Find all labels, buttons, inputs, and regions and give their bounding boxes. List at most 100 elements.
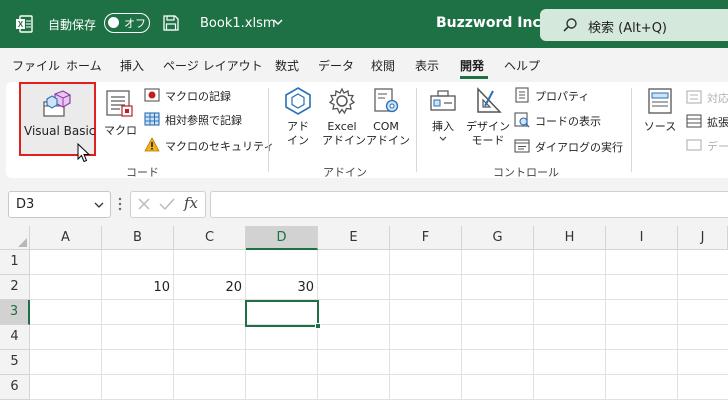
row-header-4[interactable]: 4: [0, 325, 30, 350]
svg-text:X: X: [18, 20, 24, 29]
tab-data[interactable]: データ: [318, 57, 354, 74]
tab-formulas[interactable]: 数式: [275, 57, 299, 74]
tab-file[interactable]: ファイル: [12, 57, 60, 74]
macro-list-icon: [106, 90, 133, 117]
column-header-a[interactable]: A: [30, 226, 102, 250]
column-header-e[interactable]: E: [318, 226, 390, 250]
cell-b2[interactable]: 10: [102, 275, 174, 300]
column-header-i[interactable]: I: [606, 226, 678, 250]
map-properties-icon: [686, 90, 702, 104]
relative-reference-label: 相対参照で記録: [165, 114, 242, 127]
com-addins-button[interactable]: COM アドイン: [366, 86, 410, 148]
com-gear-doc-icon: [374, 88, 399, 113]
autosave-label: 自動保存: [48, 18, 97, 32]
cell-c2[interactable]: 20: [174, 275, 246, 300]
cancel-icon[interactable]: [137, 197, 151, 211]
ribbon-separator: [416, 88, 417, 172]
column-header-g[interactable]: G: [462, 226, 534, 250]
run-dialog-label: ダイアログの実行: [535, 141, 623, 154]
autosave-toggle[interactable]: オフ: [104, 13, 150, 33]
grid-line: [605, 250, 606, 400]
macro-security-button[interactable]: マクロのセキュリティ: [144, 136, 274, 156]
expansion-packs-button[interactable]: 拡張: [686, 112, 728, 132]
record-macro-label: マクロの記録: [165, 90, 231, 103]
chevron-down-icon[interactable]: [272, 16, 284, 28]
tab-home[interactable]: ホーム: [66, 57, 102, 74]
design-mode-button[interactable]: デザイン モード: [466, 86, 510, 148]
row-header-6[interactable]: 6: [0, 375, 30, 400]
active-tab-indicator: [460, 76, 488, 79]
column-header-d[interactable]: D: [246, 226, 318, 250]
column-header-h[interactable]: H: [534, 226, 606, 250]
grid-line: [533, 250, 534, 400]
tab-help[interactable]: ヘルプ: [504, 57, 540, 74]
group-label-controls: コントロール: [493, 166, 559, 179]
formula-controls: fx: [130, 191, 206, 218]
select-all-triangle-icon: [18, 238, 27, 247]
autosave-state: オフ: [124, 17, 146, 30]
row-header-3[interactable]: 3: [0, 300, 30, 325]
select-all-button[interactable]: [0, 226, 30, 250]
account-name: Buzzword Inc.: [436, 15, 547, 31]
column-header-j[interactable]: J: [678, 226, 728, 250]
insert-function-button[interactable]: fx: [184, 194, 198, 212]
row-header-1[interactable]: 1: [0, 250, 30, 275]
view-code-button[interactable]: コードの表示: [514, 111, 624, 131]
refresh-data-label: デー: [707, 140, 728, 153]
tab-review[interactable]: 校閲: [371, 57, 395, 74]
file-name[interactable]: Book1.xlsm: [200, 16, 276, 31]
refresh-data-icon: [686, 139, 702, 151]
chevron-down-icon[interactable]: [94, 200, 104, 210]
search-box[interactable]: 検索 (Alt+Q): [540, 9, 728, 41]
mouse-cursor-icon: [77, 143, 91, 163]
grid-line: [30, 349, 728, 350]
macros-label: マクロ: [104, 124, 137, 137]
tab-developer[interactable]: 開発: [460, 57, 484, 74]
group-label-code: コード: [126, 166, 159, 179]
toolbox-icon: [430, 90, 456, 111]
triangle-ruler-icon: [477, 87, 502, 113]
excel-addins-button[interactable]: Excel アドイン: [322, 86, 366, 148]
column-header-f[interactable]: F: [390, 226, 462, 250]
refresh-data-button[interactable]: デー: [686, 136, 728, 156]
xml-source-button[interactable]: ソース: [640, 86, 680, 134]
properties-label: プロパティ: [535, 90, 590, 103]
tab-view[interactable]: 表示: [415, 57, 439, 74]
title-bar: X 自動保存 オフ Book1.xlsm Buzzword Inc. 検索 (A…: [0, 0, 728, 48]
expansion-packs-icon: [686, 114, 702, 128]
tab-page-layout[interactable]: ページ レイアウト: [163, 57, 263, 74]
macro-security-label: マクロのセキュリティ: [165, 140, 275, 153]
cell-d2[interactable]: 30: [246, 275, 318, 300]
row-header-5[interactable]: 5: [0, 350, 30, 375]
excel-logo-icon: X: [16, 15, 33, 33]
group-label-addins: アドイン: [323, 166, 367, 179]
properties-icon: [515, 87, 529, 103]
insert-control-button[interactable]: 挿入: [424, 86, 462, 142]
active-cell-d3[interactable]: [245, 300, 321, 329]
column-header-b[interactable]: B: [102, 226, 174, 250]
run-dialog-button[interactable]: ダイアログの実行: [514, 137, 624, 157]
macros-button[interactable]: マクロ: [100, 86, 140, 156]
name-box[interactable]: D3: [8, 191, 111, 218]
grid-line: [173, 250, 174, 400]
tab-insert[interactable]: 挿入: [120, 57, 144, 74]
addins-button[interactable]: アド イン: [278, 86, 318, 148]
view-code-label: コードの表示: [535, 115, 601, 128]
visual-basic-label: Visual Basic: [24, 124, 96, 138]
table-grid-icon: [144, 112, 160, 126]
search-placeholder: 検索 (Alt+Q): [588, 21, 668, 36]
grid-line: [389, 250, 390, 400]
save-icon[interactable]: [162, 14, 180, 32]
vertical-dots-icon[interactable]: [118, 196, 122, 212]
record-macro-button[interactable]: マクロの記録: [144, 86, 264, 106]
properties-button[interactable]: プロパティ: [514, 86, 624, 106]
relative-reference-button[interactable]: 相対参照で記録: [144, 110, 264, 130]
column-header-c[interactable]: C: [174, 226, 246, 250]
confirm-check-icon[interactable]: [159, 197, 175, 211]
row-header-2[interactable]: 2: [0, 275, 30, 300]
dialog-icon: [514, 139, 530, 153]
fill-handle[interactable]: [315, 323, 321, 329]
visual-basic-icon: [43, 90, 71, 117]
map-properties-button[interactable]: 対応: [686, 88, 728, 108]
formula-input[interactable]: [210, 191, 728, 218]
